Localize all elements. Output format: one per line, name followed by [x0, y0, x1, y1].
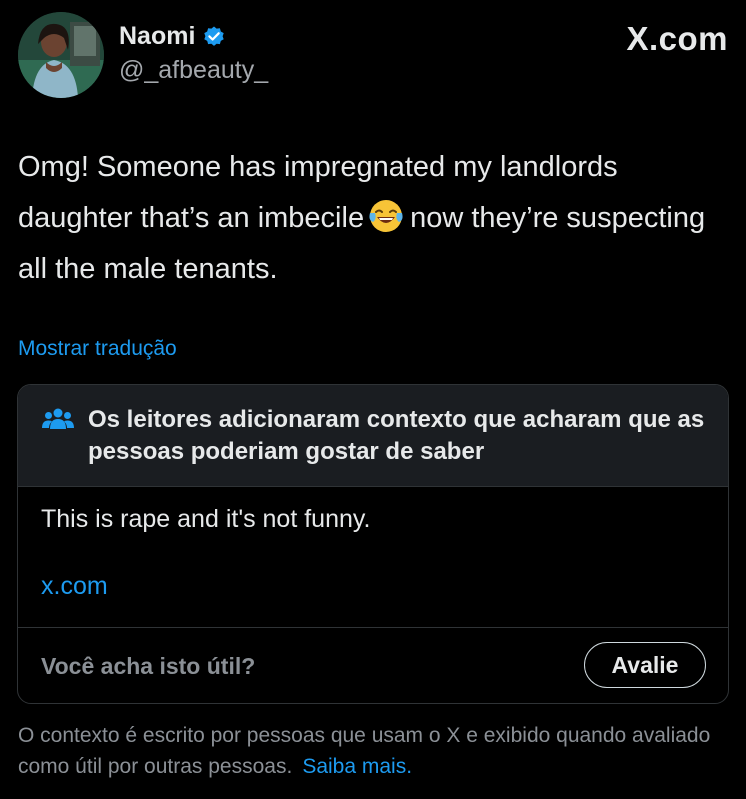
face-with-tears-of-joy-icon	[364, 200, 410, 234]
divider	[18, 627, 728, 628]
author-name[interactable]: Naomi	[119, 22, 195, 51]
community-note-title: Os leitores adicionaram contexto que ach…	[88, 406, 705, 465]
context-footer: O contexto é escrito por pessoas que usa…	[18, 720, 730, 782]
tweet-text: Omg! Someone has impregnated my landlord…	[18, 142, 718, 295]
community-note-card: Os leitores adicionaram contexto que ach…	[17, 384, 729, 704]
author-handle[interactable]: @_afbeauty_	[119, 56, 268, 85]
community-note-body: This is rape and it's not funny.	[41, 505, 371, 533]
site-logo: X.com	[626, 20, 728, 57]
community-note-header: Os leitores adicionaram contexto que ach…	[18, 385, 728, 487]
translate-link[interactable]: Mostrar tradução	[18, 337, 177, 361]
avatar[interactable]	[18, 12, 104, 98]
learn-more-link[interactable]: Saiba mais.	[302, 755, 412, 778]
tweet-header: Naomi @_afbeauty_ X.com	[18, 12, 728, 102]
helpful-question: Você acha isto útil?	[41, 653, 256, 679]
author-name-row[interactable]: Naomi	[119, 22, 226, 51]
verified-badge-icon	[202, 25, 226, 49]
rate-button[interactable]: Avalie	[584, 642, 706, 688]
community-note-link[interactable]: x.com	[41, 572, 108, 601]
